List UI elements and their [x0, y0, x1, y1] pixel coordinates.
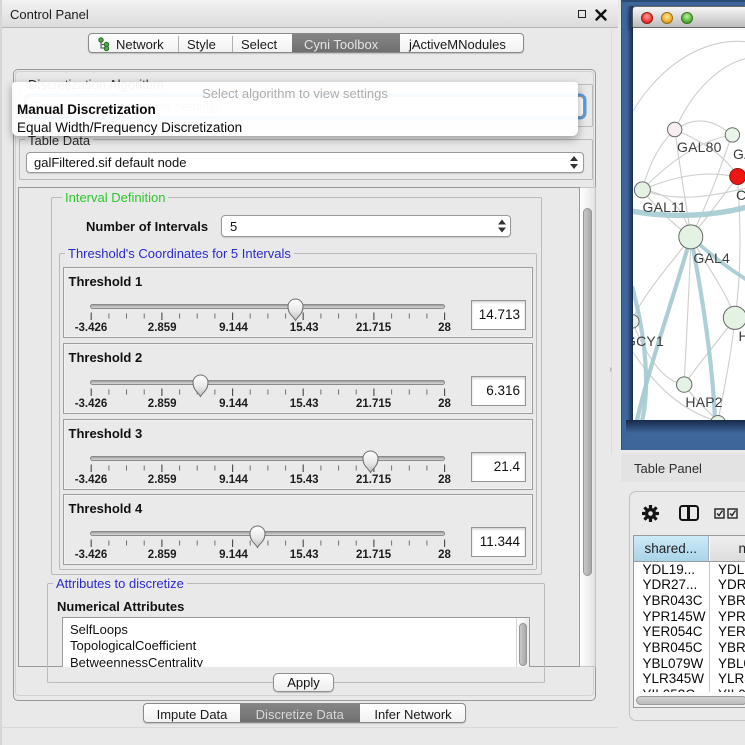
svg-text:HAP2: HAP2 — [685, 394, 722, 410]
svg-text:C: C — [736, 187, 745, 203]
svg-text:GAL11: GAL11 — [642, 199, 686, 215]
svg-text:GCY1: GCY1 — [633, 333, 664, 349]
svg-text:GA: GA — [733, 146, 745, 162]
svg-text:GAL4: GAL4 — [693, 250, 730, 266]
svg-text:H: H — [738, 328, 745, 344]
svg-text:GAL80: GAL80 — [677, 139, 722, 155]
